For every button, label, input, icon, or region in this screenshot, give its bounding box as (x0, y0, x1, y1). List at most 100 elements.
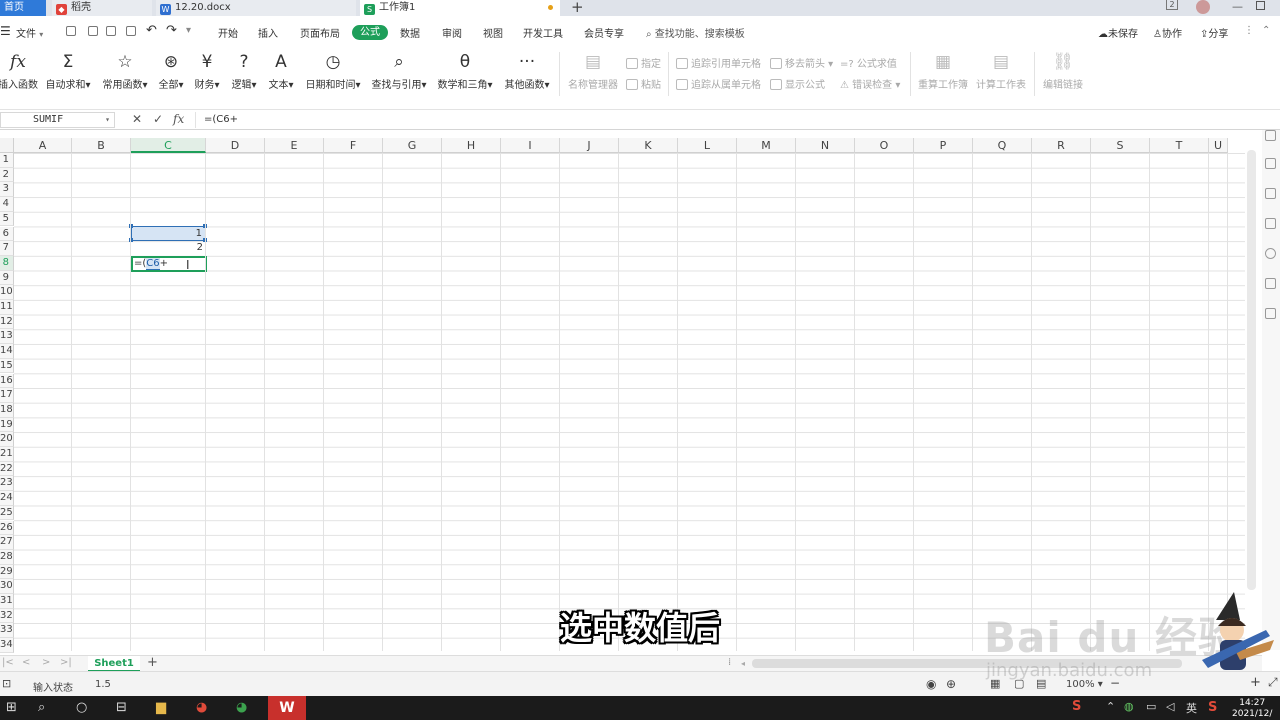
search-icon[interactable]: ⌕ (38, 700, 45, 715)
minimize-icon[interactable]: — (1232, 0, 1243, 13)
calc-sheet-button[interactable]: ▤ 计算工作表 (974, 50, 1028, 91)
hamburger-menu-icon[interactable]: ☰ (0, 24, 11, 38)
name-manager-button[interactable]: ▤ 名称管理器 (566, 50, 620, 91)
browser-icon[interactable]: ◕ (236, 700, 247, 715)
row-header-4[interactable]: 4 (0, 197, 14, 212)
math-button[interactable]: θ 数学和三角▾ (436, 50, 494, 91)
row-header-28[interactable]: 28 (0, 549, 14, 565)
more-quick-access-icon[interactable]: ▾ (186, 25, 191, 36)
insert-function-icon[interactable]: fx (173, 112, 184, 126)
row-header-3[interactable]: 3 (0, 182, 14, 198)
menu-insert[interactable]: 插入 (258, 25, 278, 40)
row-header-29[interactable]: 29 (0, 564, 14, 580)
gallery-icon[interactable] (1265, 308, 1276, 319)
cell-area[interactable]: 1 2 =(C6+ I (14, 153, 1245, 651)
cell-c7[interactable]: 2 (131, 241, 206, 255)
save-icon[interactable] (66, 26, 76, 36)
column-header-c[interactable]: C (131, 138, 206, 153)
print-preview-icon[interactable] (126, 26, 136, 36)
paste-names-button[interactable]: 粘贴 (626, 76, 661, 91)
row-header-22[interactable]: 22 (0, 461, 14, 477)
row-header-5[interactable]: 5 (0, 211, 14, 227)
column-header-q[interactable]: Q (973, 138, 1032, 153)
row-header-9[interactable]: 9 (0, 270, 14, 286)
tab-workbook[interactable]: S 工作簿1 (360, 0, 560, 16)
column-header-t[interactable]: T (1150, 138, 1209, 153)
autosum-button[interactable]: Σ 自动求和▾ (44, 50, 92, 91)
row-header-1[interactable]: 1 (0, 153, 14, 168)
name-box[interactable]: SUMIF ▾ (0, 112, 115, 128)
column-header-s[interactable]: S (1091, 138, 1150, 153)
network-icon[interactable]: ▭ (1146, 700, 1156, 713)
row-header-16[interactable]: 16 (0, 373, 14, 389)
column-header-a[interactable]: A (14, 138, 72, 153)
row-header-6[interactable]: 6 (0, 226, 14, 242)
scroll-left-icon[interactable]: ◂ (741, 659, 745, 668)
formula-input[interactable]: =(C6+ (195, 112, 1280, 128)
next-sheet-icon[interactable]: > (42, 657, 50, 668)
menu-start[interactable]: 开始 (218, 25, 238, 40)
collaborate-button[interactable]: ♙协作 (1153, 25, 1182, 40)
first-sheet-icon[interactable]: |< (2, 657, 14, 668)
show-formulas-button[interactable]: 显示公式 (770, 76, 825, 91)
windows-start-icon[interactable]: ⊞ (6, 700, 17, 715)
search-box[interactable]: ⌕ 查找功能、搜索模板 (646, 25, 745, 40)
insert-function-button[interactable]: fx 插入函数 (0, 50, 38, 91)
row-header-19[interactable]: 19 (0, 417, 14, 433)
undo-icon[interactable]: ↶ (146, 23, 157, 38)
task-view-icon[interactable]: ○ (76, 700, 87, 715)
row-header-24[interactable]: 24 (0, 491, 14, 506)
file-explorer-icon[interactable]: ▆ (156, 700, 166, 715)
column-header-p[interactable]: P (914, 138, 973, 153)
column-header-f[interactable]: F (324, 138, 383, 153)
vertical-scrollbar[interactable] (1247, 150, 1256, 590)
trace-precedents-button[interactable]: 追踪引用单元格 (676, 55, 761, 70)
column-header-l[interactable]: L (678, 138, 737, 153)
cursor-icon[interactable] (1265, 158, 1276, 169)
remove-arrows-button[interactable]: 移去箭头 ▾ (770, 55, 833, 70)
macro-icon[interactable]: ⊡ (2, 677, 11, 690)
menu-developer[interactable]: 开发工具 (523, 25, 563, 40)
row-header-30[interactable]: 30 (0, 579, 14, 594)
new-tab-button[interactable]: + (571, 0, 584, 16)
column-header-m[interactable]: M (737, 138, 796, 153)
print-icon[interactable] (106, 26, 116, 36)
wps-tray-icon[interactable]: S (1072, 699, 1081, 714)
tab-home[interactable]: 首页 (0, 0, 46, 16)
row-header-2[interactable]: 2 (0, 167, 14, 183)
logic-button[interactable]: ? 逻辑▾ (229, 50, 259, 91)
share-button[interactable]: ⇪分享 (1200, 25, 1228, 40)
column-header-g[interactable]: G (383, 138, 442, 153)
collapse-ribbon-icon[interactable]: ⌃ (1262, 25, 1270, 36)
row-header-11[interactable]: 11 (0, 300, 14, 315)
row-header-7[interactable]: 7 (0, 241, 14, 256)
menu-file[interactable]: 文件 ▾ (16, 25, 43, 40)
add-sheet-button[interactable]: + (147, 655, 158, 670)
menu-formula[interactable]: 公式 (352, 25, 388, 40)
evaluate-formula-button[interactable]: =? 公式求值 (840, 55, 897, 70)
column-header-n[interactable]: N (796, 138, 855, 153)
error-check-button[interactable]: ⚠ 错误检查 ▾ (840, 76, 900, 91)
cell-c8-editing[interactable]: =(C6+ (131, 256, 207, 272)
cell-c6[interactable]: 1 (131, 226, 206, 241)
tray-expand-icon[interactable]: ⌃ (1106, 700, 1115, 713)
edit-links-button[interactable]: ⛓ 编辑链接 (1040, 50, 1086, 91)
multitask-icon[interactable]: ⊟ (116, 700, 127, 715)
worksheet-grid[interactable]: ABCDEFGHIJKLMNOPQRSTU 1 2 3 4 5 6 7 8 9 10 11 12 13 1… (0, 130, 1245, 655)
lookup-button[interactable]: ⌕ 查找与引用▾ (370, 50, 428, 91)
tab-docx[interactable]: W 12.20.docx (156, 0, 356, 16)
window-count-badge[interactable]: 2 (1166, 0, 1178, 10)
maximize-icon[interactable] (1256, 1, 1265, 10)
all-functions-button[interactable]: ⊛ 全部▾ (156, 50, 186, 91)
menu-page-layout[interactable]: 页面布局 (300, 25, 340, 40)
select-all-corner[interactable] (0, 138, 14, 153)
chrome-icon[interactable]: ◕ (196, 700, 207, 715)
column-header-k[interactable]: K (619, 138, 678, 153)
column-header-o[interactable]: O (855, 138, 914, 153)
row-header-13[interactable]: 13 (0, 329, 14, 345)
row-header-27[interactable]: 27 (0, 535, 14, 550)
ime-icon[interactable]: 英 (1186, 700, 1197, 716)
wps-taskbar-icon[interactable]: W (268, 696, 306, 720)
picture-icon[interactable] (1265, 218, 1276, 229)
settings-sliders-icon[interactable] (1265, 188, 1276, 199)
